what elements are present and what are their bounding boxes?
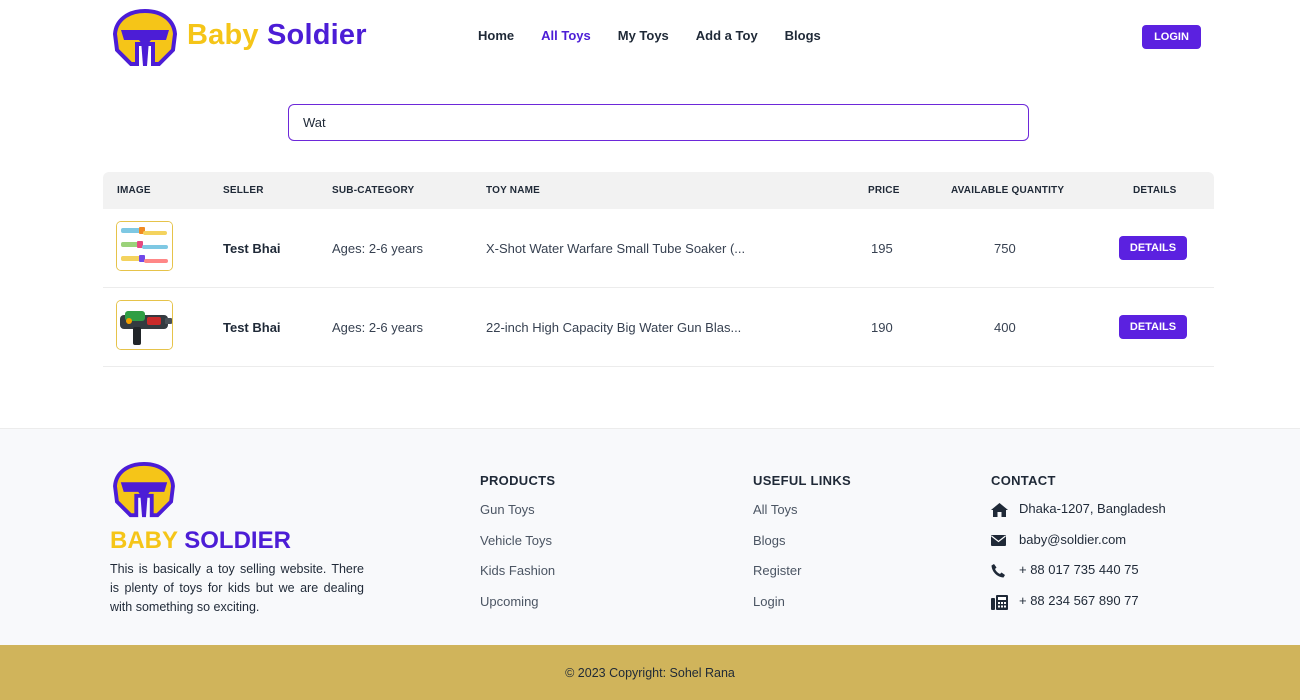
toy-quantity: 400	[994, 320, 1016, 335]
contact-address-text: Dhaka-1207, Bangladesh	[1019, 501, 1166, 516]
contact-phone-text: + 88 017 735 440 75	[1019, 562, 1139, 578]
toys-table: IMAGE SELLER SUB-CATEGORY TOY NAME PRICE…	[103, 172, 1214, 367]
seller-name: Test Bhai	[223, 241, 281, 256]
phone-icon	[991, 562, 1019, 580]
login-button[interactable]: LOGIN	[1142, 25, 1201, 49]
contact-fax-text: + 88 234 567 890 77	[1019, 593, 1139, 609]
footer-useful-links-title: USEFUL LINKS	[753, 473, 851, 488]
home-icon	[991, 501, 1019, 519]
table-header: IMAGE SELLER SUB-CATEGORY TOY NAME PRICE…	[103, 172, 1214, 209]
search-input[interactable]	[288, 104, 1029, 141]
footer-link-vehicle-toys[interactable]: Vehicle Toys	[480, 532, 555, 563]
col-header-subcategory: SUB-CATEGORY	[332, 185, 415, 196]
toy-quantity: 750	[994, 241, 1016, 256]
details-button[interactable]: DETAILS	[1119, 315, 1187, 339]
main-nav: Home All Toys My Toys Add a Toy Blogs	[478, 28, 848, 43]
sub-category: Ages: 2-6 years	[332, 241, 424, 256]
col-header-price: PRICE	[868, 185, 900, 196]
site-header: Baby Soldier Home All Toys My Toys Add a…	[0, 0, 1300, 76]
footer-contact-title: CONTACT	[991, 473, 1056, 488]
contact-email: baby@soldier.com	[991, 532, 1166, 563]
col-header-quantity: AVAILABLE QUANTITY	[951, 185, 1065, 196]
helmet-logo-icon[interactable]	[111, 8, 179, 68]
footer-link-gun-toys[interactable]: Gun Toys	[480, 501, 555, 532]
toy-name: X-Shot Water Warfare Small Tube Soaker (…	[486, 241, 746, 256]
col-header-details: DETAILS	[1133, 185, 1177, 196]
nav-my-toys[interactable]: My Toys	[618, 28, 669, 43]
contact-phone: + 88 017 735 440 75	[991, 562, 1166, 593]
copyright-text: © 2023 Copyright: Sohel Rana	[565, 665, 735, 680]
brand-name-part1: Baby	[187, 19, 259, 51]
footer-helmet-logo-icon	[113, 461, 175, 518]
contact-address: Dhaka-1207, Bangladesh	[991, 501, 1166, 532]
footer-contact: CONTACT Dhaka-1207, Bangladesh baby@sold…	[991, 473, 1166, 624]
footer-products: PRODUCTS Gun Toys Vehicle Toys Kids Fash…	[480, 473, 555, 624]
footer-link-register[interactable]: Register	[753, 562, 851, 593]
contact-email-text: baby@soldier.com	[1019, 531, 1127, 547]
footer-brand-part2: SOLDIER	[184, 527, 291, 554]
toy-price: 195	[871, 241, 893, 256]
footer-link-all-toys[interactable]: All Toys	[753, 501, 851, 532]
toy-price: 190	[871, 320, 893, 335]
details-button[interactable]: DETAILS	[1119, 236, 1187, 260]
nav-home[interactable]: Home	[478, 28, 514, 43]
table-row: Test Bhai Ages: 2-6 years 22-inch High C…	[103, 288, 1214, 367]
seller-name: Test Bhai	[223, 320, 281, 335]
col-header-seller: SELLER	[223, 185, 264, 196]
footer-link-login[interactable]: Login	[753, 593, 851, 624]
col-header-toy-name: TOY NAME	[486, 185, 541, 196]
footer-products-title: PRODUCTS	[480, 473, 556, 488]
copyright-bar: © 2023 Copyright: Sohel Rana	[0, 645, 1300, 700]
footer-brand-part1: BABY	[110, 527, 178, 554]
toy-image	[116, 221, 173, 271]
footer-brand-name: BABY SOLDIER	[110, 527, 291, 555]
fax-icon	[991, 593, 1019, 611]
col-header-image: IMAGE	[117, 185, 151, 196]
brand-name-part2: Soldier	[266, 19, 367, 51]
nav-all-toys[interactable]: All Toys	[541, 28, 591, 43]
footer-link-upcoming[interactable]: Upcoming	[480, 593, 555, 624]
contact-fax: + 88 234 567 890 77	[991, 593, 1166, 624]
toy-name: 22-inch High Capacity Big Water Gun Blas…	[486, 320, 742, 335]
footer-useful-links: USEFUL LINKS All Toys Blogs Register Log…	[753, 473, 851, 624]
nav-blogs[interactable]: Blogs	[785, 28, 821, 43]
footer-link-blogs[interactable]: Blogs	[753, 532, 851, 563]
table-row: Test Bhai Ages: 2-6 years X-Shot Water W…	[103, 209, 1214, 288]
sub-category: Ages: 2-6 years	[332, 320, 424, 335]
footer-link-kids-fashion[interactable]: Kids Fashion	[480, 562, 555, 593]
envelope-icon	[991, 532, 1019, 550]
nav-add-a-toy[interactable]: Add a Toy	[696, 28, 758, 43]
site-footer: BABY SOLDIER This is basically a toy sel…	[0, 428, 1300, 645]
footer-description: This is basically a toy selling website.…	[110, 562, 364, 614]
brand-name[interactable]: Baby Soldier	[187, 19, 367, 52]
toy-image	[116, 300, 173, 350]
